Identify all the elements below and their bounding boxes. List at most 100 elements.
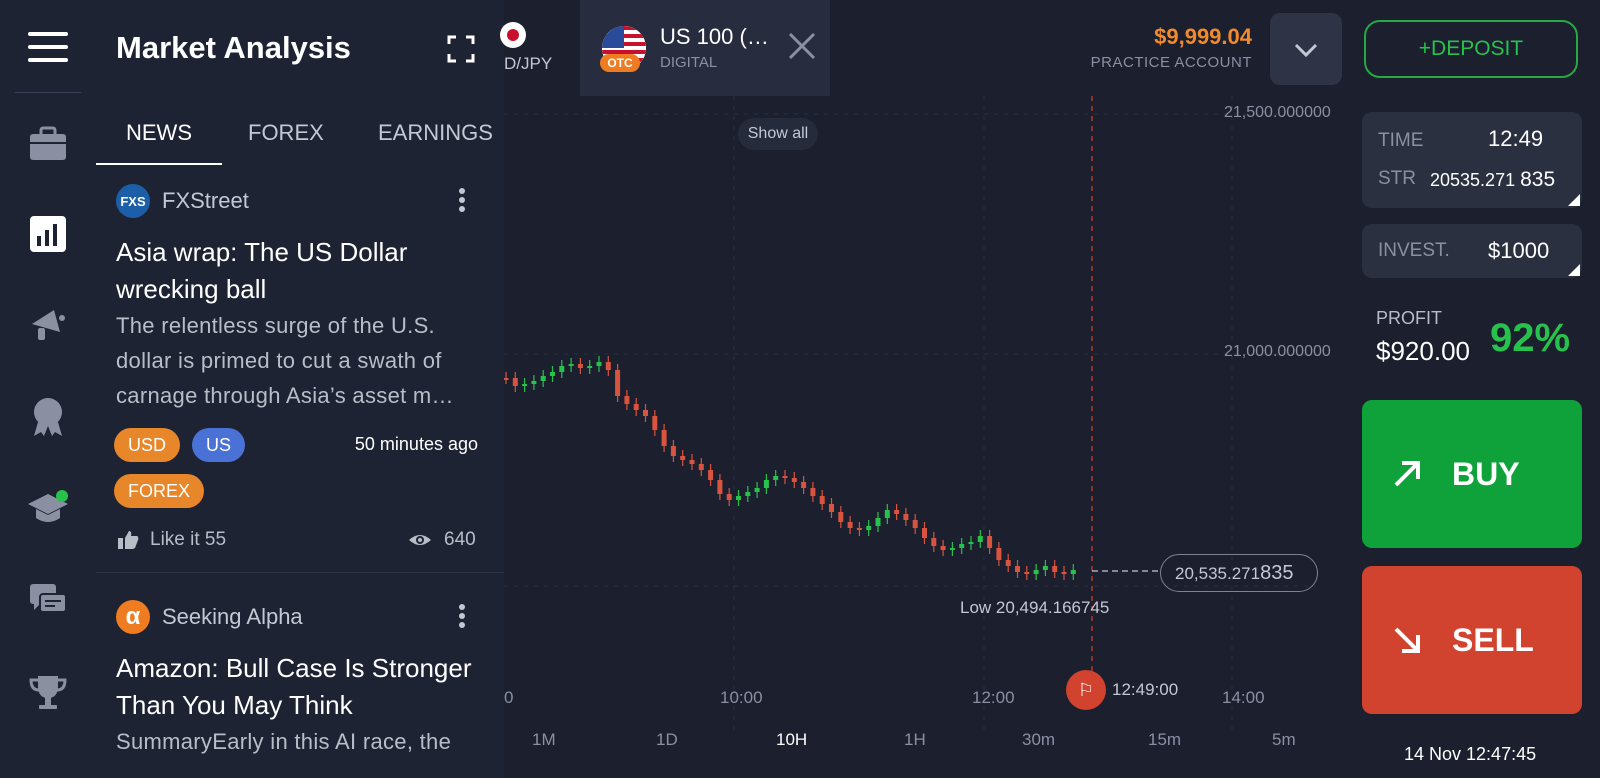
more-options-icon[interactable] (458, 604, 466, 632)
arrow-up-right-icon (1394, 461, 1420, 487)
expiry-finish-flag-icon[interactable]: ⚐ (1066, 670, 1106, 710)
jp-flag-icon (500, 22, 526, 48)
candle-body (912, 520, 918, 528)
thumbs-up-icon (118, 531, 139, 549)
candlestick-chart (504, 96, 1316, 736)
timeframe-15m[interactable]: 15m (1148, 730, 1181, 750)
deposit-button[interactable]: +DEPOSIT (1364, 20, 1578, 78)
portfolio-briefcase-icon[interactable] (24, 120, 72, 168)
news-tabs: NEWS FOREX EARNINGS (96, 110, 504, 166)
article-time-ago: 50 minutes ago (354, 434, 478, 454)
timeframe-1d[interactable]: 1D (656, 730, 678, 750)
menu-icon[interactable] (28, 32, 68, 62)
candle-body (680, 456, 686, 460)
candle-body (810, 488, 816, 496)
fxstreet-logo-icon: FXS (116, 184, 150, 218)
article-source: FXS FXStreet (116, 184, 249, 218)
tab-earnings[interactable]: EARNINGS (378, 120, 493, 146)
market-analysis-panel: Market Analysis NEWS FOREX EARNINGS FXS … (96, 0, 504, 778)
panel-title: Market Analysis (116, 30, 351, 65)
candle-body (689, 460, 695, 464)
asset-name: US 100 (… (660, 24, 769, 49)
balance-amount: $9,999.04 (1154, 24, 1252, 49)
candle-body (504, 378, 509, 380)
candle-body (512, 378, 518, 386)
chevron-down-icon (1294, 43, 1318, 58)
candle-body (987, 536, 993, 548)
candle-body (977, 536, 983, 542)
candle-body (1005, 560, 1011, 566)
timeframe-1h[interactable]: 1H (904, 730, 926, 750)
expand-corner-icon (1568, 264, 1580, 276)
asset-type: DIGITAL (660, 54, 718, 71)
close-tab-icon[interactable] (784, 28, 820, 64)
sell-button[interactable]: SELL (1362, 566, 1582, 714)
account-dropdown-button[interactable] (1270, 13, 1342, 85)
tab-forex[interactable]: FOREX (248, 120, 324, 146)
candle-body (717, 480, 723, 494)
education-cap-icon[interactable] (24, 484, 72, 532)
account-balance[interactable]: $9,999.04 PRACTICE ACCOUNT (1070, 24, 1252, 71)
tag-forex[interactable]: FOREX (114, 474, 205, 508)
article-headline[interactable]: Amazon: Bull Case Is Stronger Than You M… (116, 650, 488, 724)
article-source: α Seeking Alpha (116, 600, 303, 634)
article-summary: SummaryEarly in this AI race, the (116, 729, 452, 754)
candle-body (1015, 566, 1020, 572)
x-axis-label: 12:00 (972, 688, 1015, 707)
timeframe-30m[interactable]: 30m (1022, 730, 1055, 750)
candle-body (894, 510, 900, 514)
candle-body (726, 494, 732, 500)
timeframe-1m[interactable]: 1M (532, 730, 556, 750)
candle-body (838, 512, 844, 522)
tournament-trophy-icon[interactable] (24, 668, 72, 716)
candle-body (773, 476, 779, 480)
candle-body (550, 372, 555, 376)
candle-body (736, 496, 741, 500)
show-all-button[interactable]: Show all (738, 118, 818, 150)
tab-news[interactable]: NEWS (126, 120, 192, 146)
asset-tab-us100[interactable]: OTC US 100 (… DIGITAL (580, 0, 830, 96)
candle-body (940, 546, 946, 550)
rail-divider (15, 92, 81, 93)
news-article-card[interactable]: α Seeking Alpha Amazon: Bull Case Is Str… (96, 600, 504, 778)
asset-tab-usdjpy[interactable]: D/JPY (500, 20, 574, 76)
fullscreen-icon[interactable] (446, 34, 476, 64)
price-chart[interactable] (504, 96, 1316, 778)
tag-us[interactable]: US (192, 428, 246, 462)
candle-body (1042, 566, 1048, 570)
asset-pair-label: D/JPY (504, 54, 553, 73)
timeframe-5m[interactable]: 5m (1272, 730, 1296, 750)
achievements-medal-icon[interactable] (24, 392, 72, 440)
promo-megaphone-icon[interactable] (24, 300, 72, 348)
candle-body (531, 381, 537, 384)
candle-body (643, 410, 648, 416)
like-button[interactable]: Like it 55 (116, 528, 226, 552)
x-axis-label: 10:00 (720, 688, 763, 707)
candle-body (661, 430, 667, 446)
candle-body (949, 548, 955, 550)
candle-body (559, 366, 565, 372)
news-article-card[interactable]: FXS FXStreet Asia wrap: The US Dollar wr… (96, 184, 504, 570)
sell-label: SELL (1452, 621, 1534, 658)
candle-body (568, 364, 574, 366)
candle-body (754, 488, 760, 492)
candle-body (540, 376, 546, 381)
tag-usd[interactable]: USD (114, 428, 181, 462)
candle-body (745, 492, 751, 496)
candle-body (587, 366, 593, 368)
buy-button[interactable]: BUY (1362, 400, 1582, 548)
candle-body (884, 510, 890, 518)
timeframe-10h[interactable]: 10H (776, 730, 807, 750)
market-analysis-chart-icon[interactable] (24, 210, 72, 258)
eye-icon (409, 535, 431, 545)
expiry-time-box[interactable]: TIME 12:49 STR 20535.271 835 (1362, 112, 1582, 208)
chat-support-icon[interactable] (24, 576, 72, 624)
source-name: Seeking Alpha (162, 604, 303, 629)
seeking-alpha-logo-icon: α (116, 600, 150, 634)
candle-body (615, 370, 621, 396)
views-count: 640 (444, 529, 476, 550)
like-count: Like it 55 (150, 529, 227, 550)
more-options-icon[interactable] (458, 188, 466, 216)
article-headline[interactable]: Asia wrap: The US Dollar wrecking ball (116, 234, 488, 308)
investment-box[interactable]: INVEST. $1000 (1362, 224, 1582, 278)
